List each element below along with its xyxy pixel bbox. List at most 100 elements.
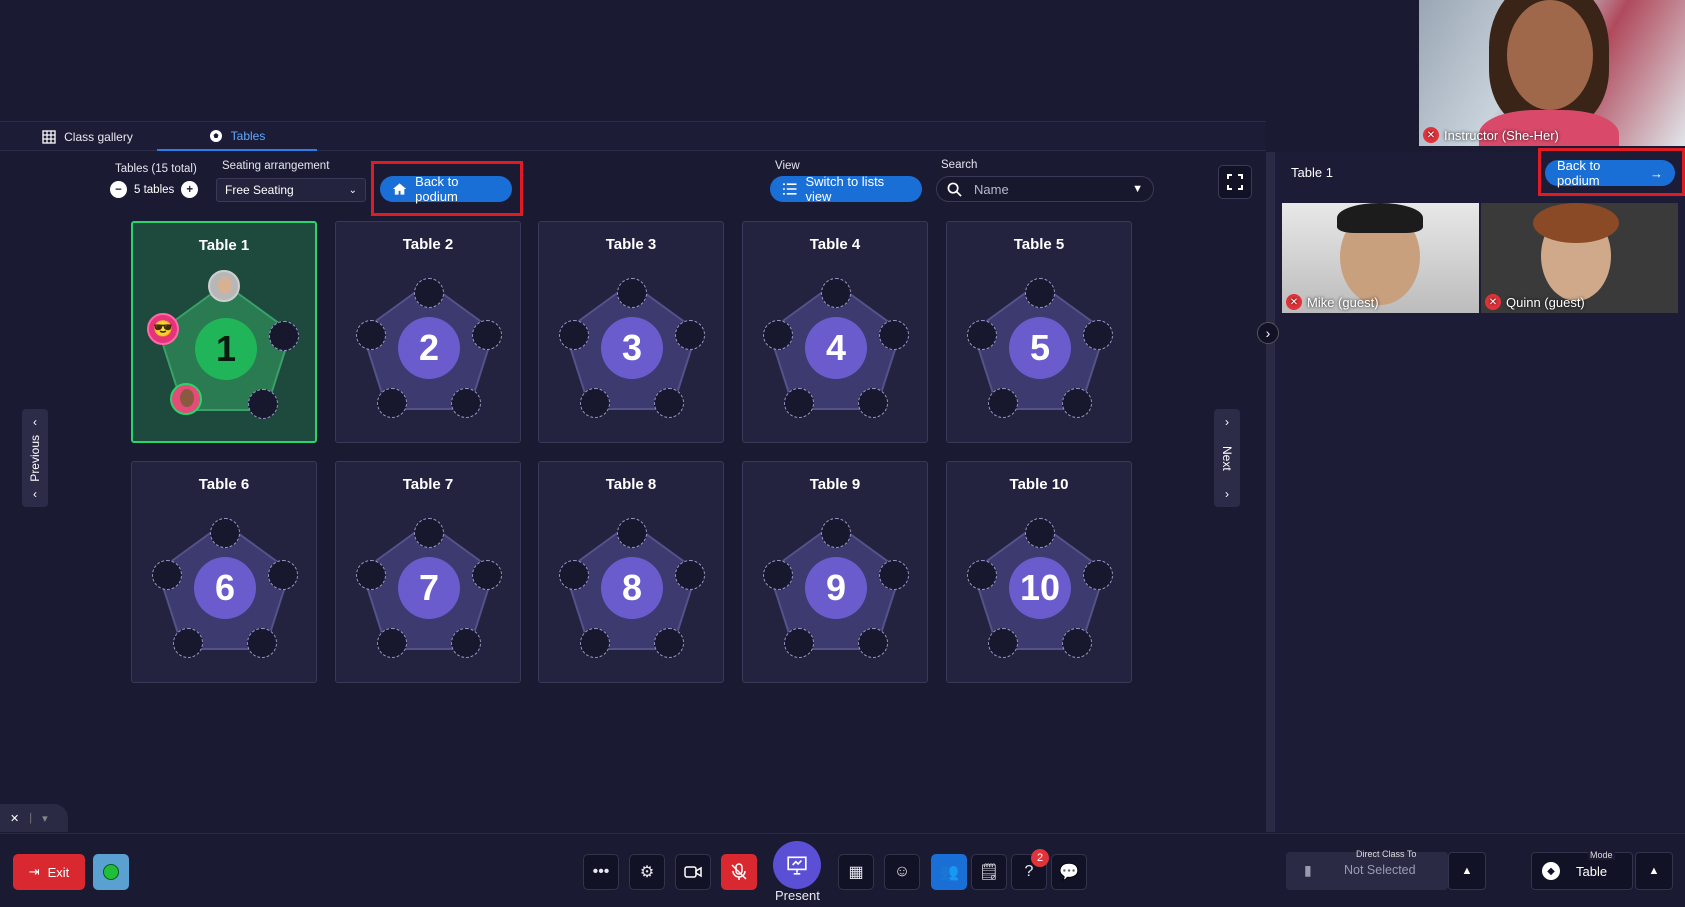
empty-seat[interactable] — [377, 628, 407, 658]
empty-seat[interactable] — [967, 560, 997, 590]
empty-seat[interactable] — [617, 518, 647, 548]
panel-back-to-podium-button[interactable]: Back to podium → — [1545, 158, 1675, 188]
empty-seat[interactable] — [1062, 628, 1092, 658]
empty-seat[interactable] — [472, 320, 502, 350]
empty-seat[interactable] — [617, 278, 647, 308]
table-card[interactable]: Table 9 9 — [742, 461, 928, 683]
avatar-participant-3[interactable] — [170, 383, 202, 415]
table-card[interactable]: Table 5 5 — [946, 221, 1132, 443]
minus-icon[interactable]: − — [110, 181, 127, 198]
reactions-button[interactable]: ☺ — [884, 854, 920, 890]
empty-seat[interactable] — [247, 628, 277, 658]
empty-seat[interactable] — [559, 320, 589, 350]
empty-seat[interactable] — [210, 518, 240, 548]
mode-expand[interactable]: ▲ — [1635, 852, 1673, 890]
empty-seat[interactable] — [414, 518, 444, 548]
empty-seat[interactable] — [988, 388, 1018, 418]
more-button[interactable]: ••• — [583, 854, 619, 890]
table-card[interactable]: Table 3 3 — [538, 221, 724, 443]
empty-seat[interactable] — [451, 388, 481, 418]
previous-button[interactable]: ‹ Previous ‹ — [22, 409, 48, 507]
next-button[interactable]: › Next › — [1214, 409, 1240, 507]
tab-label: Tables — [230, 128, 266, 143]
empty-seat[interactable] — [1083, 560, 1113, 590]
empty-seat[interactable] — [858, 628, 888, 658]
empty-seat[interactable] — [654, 388, 684, 418]
empty-seat[interactable] — [784, 388, 814, 418]
avatar-participant-1[interactable] — [208, 270, 240, 302]
empty-seat[interactable] — [1025, 278, 1055, 308]
back-to-podium-button[interactable]: Back to podium — [380, 174, 512, 204]
pin-control[interactable]: ✕ | ▾ — [0, 804, 68, 832]
table-card[interactable]: Table 4 4 — [742, 221, 928, 443]
table-card[interactable]: Table 7 7 — [335, 461, 521, 683]
tab-tables[interactable]: Tables — [157, 122, 317, 151]
video-tile-mike[interactable]: ✕ Mike (guest) — [1282, 203, 1479, 313]
tab-class-gallery[interactable]: Class gallery — [20, 122, 155, 151]
empty-seat[interactable] — [377, 388, 407, 418]
plus-icon[interactable]: + — [181, 181, 199, 198]
empty-seat[interactable] — [356, 560, 386, 590]
empty-seat[interactable] — [173, 628, 203, 658]
fullscreen-button[interactable] — [1218, 165, 1252, 199]
empty-seat[interactable] — [559, 560, 589, 590]
empty-seat[interactable] — [821, 278, 851, 308]
empty-seat[interactable] — [580, 388, 610, 418]
empty-seat[interactable] — [1083, 320, 1113, 350]
empty-seat[interactable] — [879, 320, 909, 350]
exit-button[interactable]: ⇥ Exit — [13, 854, 85, 890]
mic-button[interactable] — [721, 854, 757, 890]
present-label: Present — [775, 888, 820, 903]
table-card[interactable]: Table 2 2 — [335, 221, 521, 443]
status-button[interactable] — [93, 854, 129, 890]
empty-seat[interactable] — [580, 628, 610, 658]
empty-seat[interactable] — [675, 320, 705, 350]
empty-seat[interactable] — [1062, 388, 1092, 418]
chat-button[interactable]: 💬 — [1051, 854, 1087, 890]
empty-seat[interactable] — [879, 560, 909, 590]
empty-seat[interactable] — [654, 628, 684, 658]
empty-seat[interactable] — [269, 321, 299, 351]
avatar-participant-2[interactable]: 😎 — [147, 313, 179, 345]
empty-seat[interactable] — [858, 388, 888, 418]
empty-seat[interactable] — [988, 628, 1018, 658]
separator: | — [29, 812, 33, 824]
empty-seat[interactable] — [763, 320, 793, 350]
dropdown-arrow-icon[interactable]: ▼ — [1132, 183, 1143, 195]
table-card[interactable]: Table 10 10 — [946, 461, 1132, 683]
mode-select[interactable]: Mode ◆ Table — [1531, 850, 1633, 890]
home-icon — [392, 183, 407, 195]
empty-seat[interactable] — [472, 560, 502, 590]
table-card[interactable]: Table 6 6 — [131, 461, 317, 683]
camera-button[interactable] — [675, 854, 711, 890]
table-card[interactable]: Table 8 8 — [538, 461, 724, 683]
instructor-video[interactable]: ✕ Instructor (She-Her) — [1419, 0, 1685, 146]
empty-seat[interactable] — [763, 560, 793, 590]
present-button[interactable] — [773, 841, 821, 889]
empty-seat[interactable] — [356, 320, 386, 350]
empty-seat[interactable] — [821, 518, 851, 548]
empty-seat[interactable] — [268, 560, 298, 590]
settings-button[interactable]: ⚙ — [629, 854, 665, 890]
seating-select[interactable]: Free Seating ⌄ — [216, 178, 366, 202]
empty-seat[interactable] — [248, 389, 278, 419]
remote-icon: ▮ — [1304, 862, 1312, 878]
switch-view-button[interactable]: Switch to lists view — [770, 174, 922, 204]
direct-class-expand[interactable]: ▲ — [1448, 852, 1486, 890]
video-tile-quinn[interactable]: ✕ Quinn (guest) — [1481, 203, 1678, 313]
mic-off-icon: ✕ — [1485, 294, 1501, 310]
qr-button[interactable]: ▦ — [838, 854, 874, 890]
participants-button[interactable]: 👥 — [931, 854, 967, 890]
empty-seat[interactable] — [967, 320, 997, 350]
notes-button[interactable]: 🗒 — [971, 854, 1007, 890]
empty-seat[interactable] — [675, 560, 705, 590]
participant-hair — [1337, 203, 1423, 233]
empty-seat[interactable] — [451, 628, 481, 658]
empty-seat[interactable] — [414, 278, 444, 308]
search-field[interactable]: Name ▼ — [936, 176, 1154, 202]
direct-class-select[interactable]: Direct Class To ▮ Not Selected — [1286, 849, 1448, 890]
empty-seat[interactable] — [152, 560, 182, 590]
collapse-panel-button[interactable]: › — [1257, 322, 1279, 344]
empty-seat[interactable] — [784, 628, 814, 658]
empty-seat[interactable] — [1025, 518, 1055, 548]
